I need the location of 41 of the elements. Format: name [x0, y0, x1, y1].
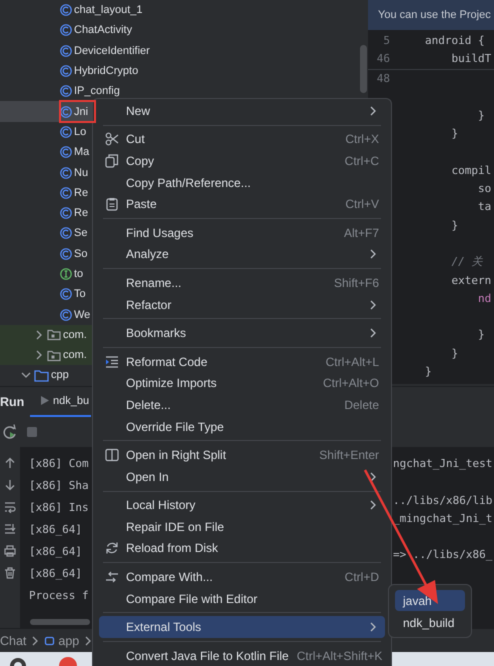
console-line: [x86] Ins [29, 500, 90, 516]
code-line: android { [425, 34, 485, 47]
code-line: } [450, 127, 458, 140]
info-banner: You can use the Projec [368, 0, 494, 30]
code-line: } [476, 328, 485, 342]
shortcut-label: Ctrl+V [345, 197, 379, 212]
shortcut-label: Ctrl+D [344, 570, 379, 584]
shortcut-label: Delete [344, 398, 379, 412]
panel-title: Run [0, 394, 26, 408]
console-line: [x86] Sha [29, 478, 90, 494]
code-line: } [450, 218, 458, 232]
code-line: ta [476, 200, 492, 214]
shortcut-label: Ctrl+Alt+L [326, 354, 379, 369]
console-line: [x86_64] [29, 544, 83, 560]
console-line: => ../libs/x86_ [393, 547, 492, 564]
line-number: 48 [376, 72, 390, 86]
code-line: buildT [450, 52, 492, 65]
shortcut-label: Ctrl+Alt+O [322, 376, 379, 390]
line-number: 46 [376, 52, 390, 65]
code-line: extern [450, 274, 492, 286]
code-line: } [476, 108, 485, 122]
shortcut-label: Ctrl+X [345, 132, 379, 146]
shortcut-label: Ctrl+C [344, 154, 379, 168]
console-line: ../libs/x86/lib [393, 492, 492, 509]
code-line: } [425, 364, 432, 378]
shortcut-label: Shift+Enter [319, 448, 379, 462]
console-line: ngchat_Jni_test [393, 456, 492, 472]
line-number: 5 [382, 34, 390, 47]
console-line: [x86_64] [29, 522, 83, 538]
code-line: nd [476, 292, 492, 305]
shortcut-label: Ctrl+Alt+Shift+K [296, 648, 382, 663]
console-line: [x86_64] [29, 566, 83, 582]
shortcut-label: Alt+F7 [344, 226, 379, 240]
code-line: compil [450, 164, 492, 177]
console-line: Process f [29, 588, 90, 604]
code-line: } [450, 346, 458, 360]
shortcut-label: Shift+F6 [334, 276, 379, 290]
code-comment: // 关 [450, 254, 482, 270]
console-line: _mingchat_Jni_t [393, 510, 492, 527]
console-line: [x86] Com [29, 456, 90, 472]
code-line: so [476, 182, 492, 196]
